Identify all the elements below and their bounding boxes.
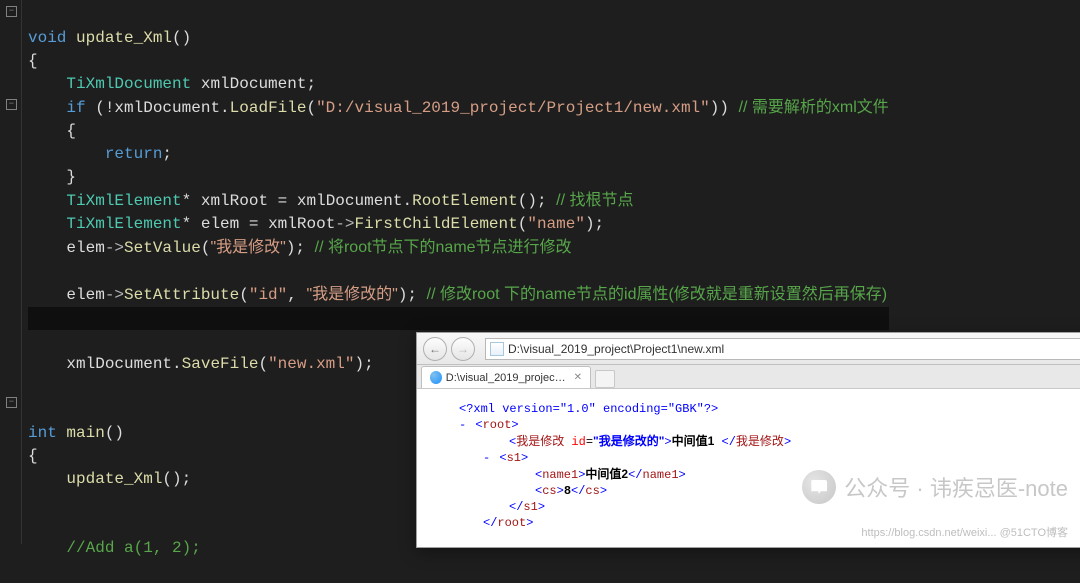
editor-gutter: − − − — [0, 0, 22, 544]
function-name: update_Xml — [76, 29, 172, 47]
close-icon[interactable]: ✕ — [574, 372, 582, 383]
browser-toolbar: ← → D:\visual_2019_project\Project1\new.… — [417, 333, 1080, 365]
brace: { — [28, 52, 38, 70]
fold-icon[interactable]: − — [6, 99, 17, 110]
fold-icon[interactable]: − — [6, 397, 17, 408]
collapse-icon[interactable]: - — [459, 418, 466, 432]
file-icon — [490, 342, 504, 356]
current-line-highlight — [28, 307, 889, 330]
fold-icon[interactable]: − — [6, 6, 17, 17]
new-tab-button[interactable] — [595, 370, 615, 388]
address-text: D:\visual_2019_project\Project1\new.xml — [508, 342, 724, 356]
comment: // 需要解析的xml文件 — [739, 99, 889, 116]
xml-declaration: <?xml version="1.0" encoding="GBK"?> — [459, 402, 718, 416]
identifier: xmlDocument — [201, 75, 307, 93]
browser-window[interactable]: ← → D:\visual_2019_project\Project1\new.… — [416, 332, 1080, 548]
keyword: return — [105, 145, 163, 163]
forward-button[interactable]: → — [451, 337, 475, 361]
ie-icon — [430, 371, 442, 384]
keyword: if — [66, 99, 85, 117]
tab-title: D:\visual_2019_project\Pr... — [446, 372, 568, 384]
keyword: void — [28, 29, 66, 47]
address-bar[interactable]: D:\visual_2019_project\Project1\new.xml — [485, 338, 1080, 360]
collapse-icon[interactable]: - — [483, 451, 490, 465]
back-button[interactable]: ← — [423, 337, 447, 361]
browser-tab[interactable]: D:\visual_2019_project\Pr... ✕ — [421, 366, 591, 388]
tab-strip: D:\visual_2019_project\Pr... ✕ — [417, 365, 1080, 389]
xml-viewer[interactable]: <?xml version="1.0" encoding="GBK"?> - <… — [417, 389, 1080, 548]
type-name: TiXmlDocument — [66, 75, 191, 93]
